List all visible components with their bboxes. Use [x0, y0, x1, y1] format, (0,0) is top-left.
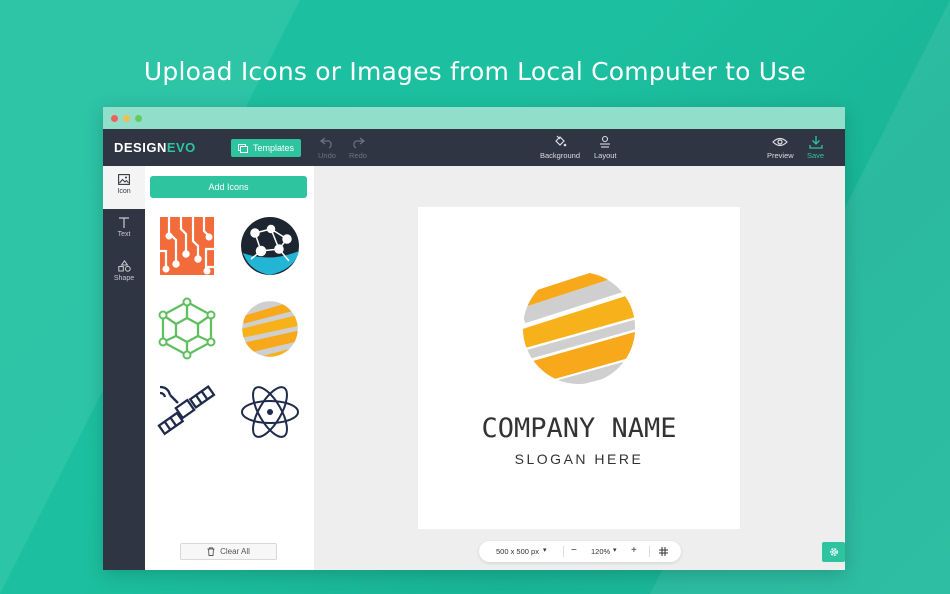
layout-label: Layout	[594, 151, 617, 160]
page-headline: Upload Icons or Images from Local Comput…	[143, 57, 807, 86]
zoom-toolbar: 500 x 500 px ▾ − 120% ▾ +	[479, 541, 681, 562]
zoom-dropdown-icon[interactable]: ▾	[613, 546, 617, 554]
save-button[interactable]: Save	[807, 135, 824, 160]
striped-sphere-icon	[242, 301, 298, 357]
clear-all-button[interactable]: Clear All	[180, 543, 277, 560]
gear-icon	[829, 548, 838, 556]
undo-button[interactable]: Undo	[318, 135, 336, 160]
icon-panel: Add Icons Clear All	[145, 166, 314, 570]
background-label: Background	[540, 151, 581, 160]
icon-tile-satellite[interactable]	[154, 379, 220, 445]
add-icons-button[interactable]: Add Icons	[150, 176, 307, 198]
redo-button[interactable]: Redo	[349, 135, 367, 160]
redo-label: Redo	[349, 151, 367, 160]
globe-network-icon	[241, 217, 299, 275]
sidebar-tab-text-label: Text	[117, 231, 131, 238]
icon-tile-sphere[interactable]	[237, 296, 303, 362]
download-icon	[808, 136, 823, 149]
sidebar-tab-text[interactable]: Text	[103, 209, 145, 252]
brand-evo-text: EVO	[166, 140, 196, 155]
settings-button[interactable]	[822, 542, 845, 562]
app-toolbar: DESIGNEVO Templates Undo Redo Background…	[103, 129, 845, 166]
hexagon-molecule-icon	[158, 297, 216, 360]
paint-bucket-icon	[555, 135, 567, 147]
design-canvas-area: COMPANY NAME SLOGAN HERE 500 x 500 px ▾ …	[314, 166, 845, 570]
sidebar-tab-icon[interactable]: Icon	[103, 166, 145, 209]
icon-tile-hexagon[interactable]	[154, 296, 220, 362]
undo-icon	[319, 137, 332, 149]
grid-icon[interactable]	[659, 547, 668, 556]
image-icon	[118, 174, 130, 185]
artboard[interactable]: COMPANY NAME SLOGAN HERE	[418, 207, 740, 529]
layout-icon	[600, 135, 611, 148]
brand-logo: DESIGNEVO	[114, 140, 196, 155]
templates-button[interactable]: Templates	[231, 139, 301, 157]
eye-icon	[772, 137, 789, 147]
app-window: DESIGNEVO Templates Undo Redo Background…	[103, 107, 845, 570]
shapes-icon	[117, 260, 131, 272]
logo-sphere-graphic[interactable]	[518, 267, 640, 389]
atom-icon	[241, 386, 299, 438]
text-icon	[119, 217, 129, 228]
circuit-board-icon	[160, 217, 214, 275]
minimize-window-button[interactable]	[123, 115, 130, 122]
zoom-divider	[563, 546, 564, 557]
sidebar-tab-shape[interactable]: Shape	[103, 252, 145, 295]
zoom-out-button[interactable]: −	[571, 545, 577, 556]
grid-divider	[649, 546, 650, 557]
satellite-icon	[157, 385, 216, 436]
maximize-window-button[interactable]	[135, 115, 142, 122]
brand-design-text: DESIGN	[114, 140, 167, 155]
templates-label: Templates	[252, 143, 295, 153]
sidebar-tab-icon-label: Icon	[117, 188, 131, 195]
clear-all-label: Clear All	[220, 547, 250, 556]
redo-icon	[353, 137, 365, 149]
close-window-button[interactable]	[111, 115, 118, 122]
save-label: Save	[807, 151, 825, 160]
trash-icon	[207, 547, 215, 556]
icon-tile-atom[interactable]	[237, 379, 303, 445]
preview-label: Preview	[767, 151, 794, 160]
sidebar-tab-shape-label: Shape	[113, 275, 135, 282]
size-dropdown-icon[interactable]: ▾	[543, 546, 547, 554]
undo-label: Undo	[318, 151, 336, 160]
icon-tile-circuit[interactable]	[154, 211, 220, 277]
preview-button[interactable]: Preview	[767, 135, 794, 160]
icon-tile-globe[interactable]	[237, 211, 303, 277]
window-titlebar	[103, 107, 845, 129]
company-name-text[interactable]: COMPANY NAME	[418, 413, 740, 444]
templates-icon	[237, 143, 248, 153]
layout-button[interactable]: Layout	[594, 135, 617, 160]
background-button[interactable]: Background	[540, 135, 580, 160]
left-sidebar: Icon Text Shape	[103, 166, 145, 570]
canvas-size-select[interactable]: 500 x 500 px	[496, 547, 539, 556]
zoom-in-button[interactable]: +	[631, 545, 637, 556]
slogan-text[interactable]: SLOGAN HERE	[418, 451, 740, 467]
zoom-level-select[interactable]: 120%	[591, 547, 610, 556]
